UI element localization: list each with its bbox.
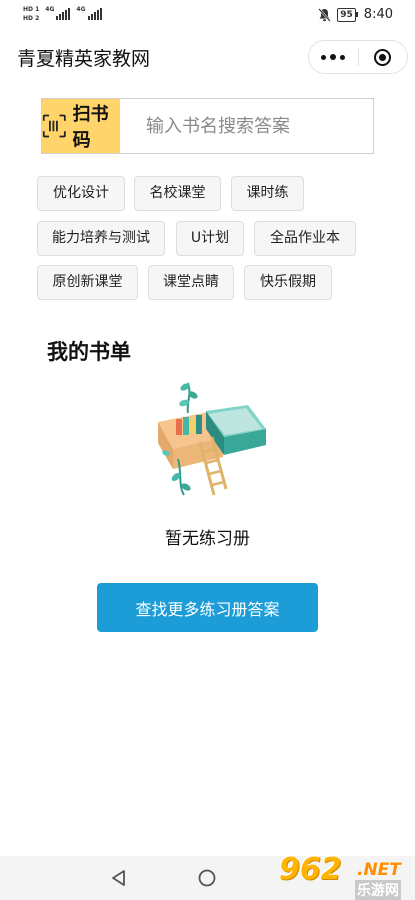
- category-tag[interactable]: 能力培养与测试: [37, 221, 165, 256]
- target-icon: [374, 48, 392, 66]
- category-tag[interactable]: U计划: [176, 221, 244, 256]
- category-tag[interactable]: 优化设计: [37, 176, 125, 211]
- battery-level: 95: [337, 7, 356, 22]
- category-tag[interactable]: 快乐假期: [244, 265, 332, 300]
- sim1-label: HD 1: [23, 6, 40, 13]
- category-tag[interactable]: 课时练: [231, 176, 304, 211]
- category-tag[interactable]: 全品作业本: [254, 221, 356, 256]
- booklist-title: 我的书单: [47, 340, 131, 364]
- scan-book-code-button[interactable]: 扫书码: [42, 99, 120, 153]
- status-right: 95 8:40: [318, 7, 393, 22]
- signal-area: HD 1 HD 2 4G 4G: [23, 6, 102, 23]
- scan-label: 扫书码: [72, 104, 109, 151]
- signal-icon-2: 4G: [76, 6, 102, 20]
- back-triangle-icon[interactable]: [109, 868, 129, 888]
- dot-icon: [321, 54, 327, 60]
- watermark-name: 乐游网: [355, 880, 401, 900]
- home-circle-icon[interactable]: [198, 869, 216, 887]
- category-tag[interactable]: 原创新课堂: [37, 265, 138, 300]
- search-input[interactable]: [120, 99, 373, 153]
- signal-icon-1: 4G: [45, 6, 71, 20]
- search-bar: 扫书码: [41, 98, 374, 154]
- mute-bell-icon: [318, 7, 332, 22]
- more-options-button[interactable]: [309, 41, 358, 73]
- empty-state-text: 暂无练习册: [165, 529, 250, 549]
- sim2-label: HD 2: [23, 15, 40, 22]
- dot-icon: [330, 54, 337, 60]
- battery-icon: 95: [337, 7, 358, 22]
- page-title: 青夏精英家教网: [17, 48, 151, 70]
- watermark-brand: 962: [279, 852, 342, 887]
- find-more-workbooks-button[interactable]: 查找更多练习册答案: [97, 583, 318, 632]
- category-tag[interactable]: 课堂点睛: [148, 265, 234, 300]
- status-bar: HD 1 HD 2 4G 4G 95 8:40: [0, 0, 415, 32]
- close-miniapp-button[interactable]: [358, 41, 407, 73]
- empty-books-illustration: [158, 382, 266, 496]
- miniapp-capsule: [308, 40, 408, 74]
- sim-indicators: HD 1 HD 2: [23, 6, 39, 23]
- site-watermark-logo: 962 .NET 乐游网: [279, 852, 415, 900]
- clock: 8:40: [363, 7, 393, 22]
- title-bar: 青夏精英家教网: [0, 32, 415, 82]
- category-tag[interactable]: 名校课堂: [134, 176, 221, 211]
- watermark-suffix: .NET: [357, 860, 401, 880]
- dot-icon: [340, 54, 346, 60]
- barcode-scan-icon: [42, 114, 66, 138]
